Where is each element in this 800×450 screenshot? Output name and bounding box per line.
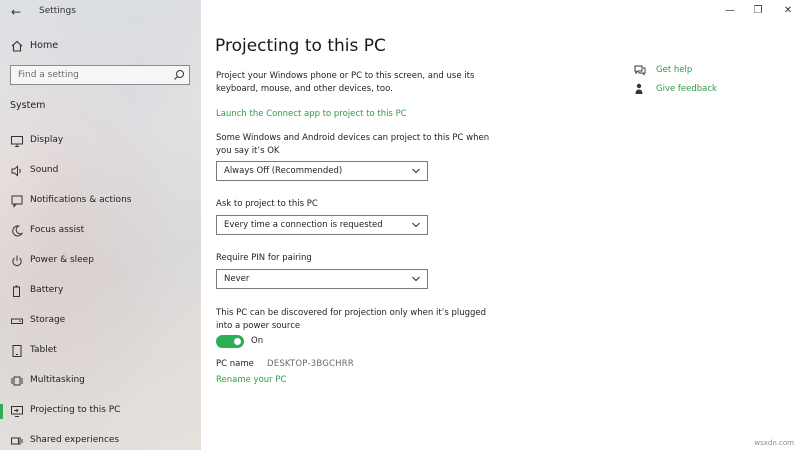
feedback-person-icon [635,83,643,94]
sidebar-item-label: Shared experiences [30,435,120,445]
sidebar-item-battery[interactable]: Battery [0,280,201,302]
toggle-knob [234,338,241,345]
battery-icon [13,285,20,297]
sidebar-item-home[interactable]: Home [0,35,201,57]
projecting-icon [11,406,23,417]
sidebar-item-label: Tablet [30,345,57,355]
toggle-state-label: On [251,336,264,346]
availability-dropdown[interactable]: Always Off (Recommended) [216,161,428,181]
power-source-note: This PC can be discovered for projection… [216,308,487,331]
home-icon [11,40,23,52]
setting2-label: Ask to project to this PC [216,199,318,209]
sidebar-item-display[interactable]: Display [0,130,201,152]
multitasking-icon [11,376,23,386]
connect-app-link[interactable]: Launch the Connect app to project to thi… [216,109,407,119]
give-feedback-link[interactable]: Give feedback [634,83,794,99]
close-icon[interactable]: ✕ [778,4,798,18]
display-icon [11,136,23,147]
chevron-down-icon [412,168,420,174]
shared-experiences-icon [11,437,23,445]
require-pin-dropdown[interactable]: Never [216,269,428,289]
watermark: wsxdn.com [754,439,794,447]
sidebar-item-notifications[interactable]: Notifications & actions [0,190,201,212]
main-content: — ❐ ✕ Projecting to this PC Project your… [201,0,800,450]
sidebar-item-label: Multitasking [30,375,85,385]
sidebar-item-label: Battery [30,285,64,295]
sound-icon [11,165,21,177]
sidebar-item-projecting[interactable]: Projecting to this PC [0,400,201,422]
moon-icon [12,225,24,237]
sidebar-item-label: Display [30,135,64,145]
give-feedback-label: Give feedback [656,84,717,94]
ask-to-project-value: Every time a connection is requested [224,220,383,230]
selected-indicator [0,404,3,419]
chat-help-icon [634,65,646,76]
title-bar: ← Settings [0,0,201,24]
get-help-label: Get help [656,65,693,75]
sidebar-item-focus-assist[interactable]: Focus assist [0,220,201,242]
sidebar-item-tablet[interactable]: Tablet [0,340,201,362]
pc-name-value: DESKTOP-3BGCHRR [267,359,354,369]
search-placeholder: Find a setting [18,70,79,80]
availability-value: Always Off (Recommended) [224,166,343,176]
power-source-toggle[interactable] [216,335,244,348]
chevron-down-icon [412,276,420,282]
app-title: Settings [39,6,76,16]
pc-name-label: PC name [216,359,254,369]
sidebar-item-label: Storage [30,315,66,325]
rename-pc-link[interactable]: Rename your PC [216,375,286,385]
tablet-icon [12,345,22,357]
storage-icon [11,318,23,324]
sidebar-item-label: Focus assist [30,225,85,235]
maximize-icon[interactable]: ❐ [748,4,768,18]
setting3-label: Require PIN for pairing [216,253,312,263]
require-pin-value: Never [224,274,250,284]
sidebar-item-sound[interactable]: Sound [0,160,201,182]
sidebar-item-multitasking[interactable]: Multitasking [0,370,201,392]
sidebar-item-label: Sound [30,165,59,175]
setting1-label: Some Windows and Android devices can pro… [216,133,490,156]
ask-to-project-dropdown[interactable]: Every time a connection is requested [216,215,428,235]
sidebar-item-storage[interactable]: Storage [0,310,201,332]
power-icon [12,255,22,266]
chevron-down-icon [412,222,420,228]
sidebar-item-label: Power & sleep [30,255,94,265]
sidebar-item-label: Notifications & actions [30,195,132,205]
search-input[interactable]: Find a setting [10,65,190,85]
get-help-link[interactable]: Get help [634,64,794,80]
intro-text: Project your Windows phone or PC to this… [216,71,475,94]
sidebar-item-shared-experiences[interactable]: Shared experiences [0,430,201,450]
sidebar: ← Settings Home Find a setting System Di… [0,0,201,450]
sidebar-item-label: Home [30,40,59,51]
minimize-icon[interactable]: — [720,4,740,18]
section-title: System [10,100,46,111]
sidebar-item-power-sleep[interactable]: Power & sleep [0,250,201,272]
notifications-icon [11,195,23,208]
sidebar-item-label: Projecting to this PC [30,405,121,415]
back-arrow-icon[interactable]: ← [8,5,24,19]
page-title: Projecting to this PC [215,36,386,56]
search-icon[interactable] [173,69,185,81]
